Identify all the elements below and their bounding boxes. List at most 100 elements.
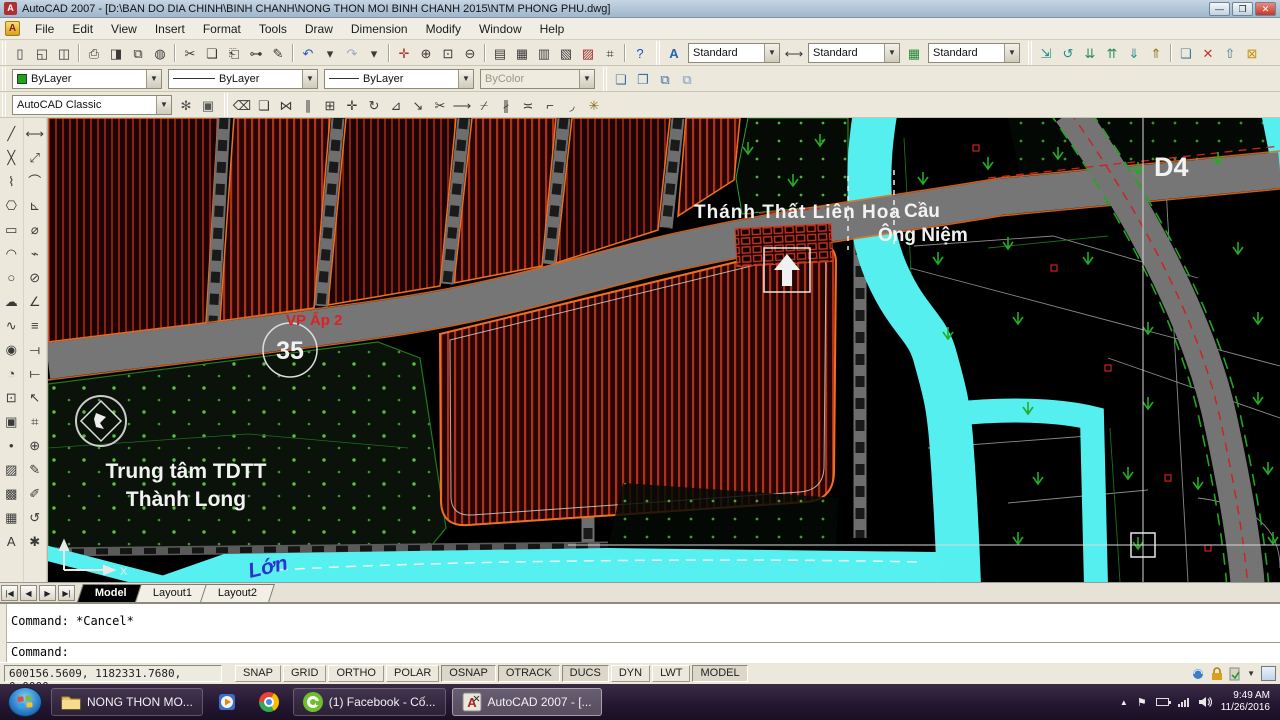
menu-insert[interactable]: Insert <box>146 20 194 38</box>
layer-match-icon[interactable]: ⇊ <box>1079 42 1101 64</box>
region-icon[interactable]: ▦ <box>0 506 22 530</box>
linear-dim-icon[interactable]: ⟷ <box>24 122 46 146</box>
angular-dim-icon[interactable]: ∠ <box>24 290 46 314</box>
command-window-grip[interactable] <box>0 604 7 662</box>
properties-palette-icon[interactable]: ▤ <box>489 42 511 64</box>
quick-leader-icon[interactable]: ↖ <box>24 386 46 410</box>
etransmit-icon[interactable]: ◍ <box>149 42 171 64</box>
layer-lock-icon[interactable]: ⊠ <box>1241 42 1263 64</box>
action-center-flag-icon[interactable]: ⚑ <box>1137 696 1147 709</box>
undo-dropdown-icon[interactable]: ▾ <box>319 42 341 64</box>
model-toggle[interactable]: MODEL <box>692 665 747 682</box>
spline-icon[interactable]: ∿ <box>0 314 22 338</box>
dim-edit-icon[interactable]: ✎ <box>24 458 46 482</box>
array-icon[interactable]: ⊞ <box>319 94 341 116</box>
open-icon[interactable]: ◱ <box>31 42 53 64</box>
start-button[interactable] <box>8 687 42 717</box>
menu-format[interactable]: Format <box>194 20 250 38</box>
taskbar-folder-window[interactable]: NONG THON MO... <box>51 688 203 716</box>
join-icon[interactable]: ≍ <box>517 94 539 116</box>
rectangle-icon[interactable]: ▭ <box>0 218 22 242</box>
taskbar-coccoc-window[interactable]: (1) Facebook - Cố... <box>293 688 446 716</box>
block-editor-icon[interactable]: ✎ <box>267 42 289 64</box>
plot-icon[interactable]: ⎙ <box>83 42 105 64</box>
undo-icon[interactable]: ↶ <box>297 42 319 64</box>
menu-help[interactable]: Help <box>531 20 574 38</box>
ortho-toggle[interactable]: ORTHO <box>328 665 384 682</box>
dim-update-icon[interactable]: ↺ <box>24 506 46 530</box>
chamfer-icon[interactable]: ⌐ <box>539 94 561 116</box>
bring-above-icon[interactable]: ⧉ <box>654 68 676 90</box>
arc-length-icon[interactable]: ⌒ <box>24 170 46 194</box>
line-icon[interactable]: ╱ <box>0 122 22 146</box>
table-style-combo[interactable]: Standard ▼ <box>928 43 1020 63</box>
osnap-toggle[interactable]: OSNAP <box>441 665 496 682</box>
zoom-realtime-icon[interactable]: ⊕ <box>415 42 437 64</box>
match-properties-icon[interactable]: ⊶ <box>245 42 267 64</box>
revcloud-icon[interactable]: ☁ <box>0 290 22 314</box>
send-to-back-icon[interactable]: ❐ <box>632 68 654 90</box>
tab-first-button[interactable]: |◀ <box>1 585 18 601</box>
cut-icon[interactable]: ✂ <box>179 42 201 64</box>
move-icon[interactable]: ✛ <box>341 94 363 116</box>
menu-dimension[interactable]: Dimension <box>342 20 417 38</box>
grid-toggle[interactable]: GRID <box>283 665 327 682</box>
workspace-settings-icon[interactable]: ✻ <box>175 94 197 116</box>
menu-modify[interactable]: Modify <box>417 20 470 38</box>
make-block-icon[interactable]: ▣ <box>0 410 22 434</box>
taskbar-clock[interactable]: 9:49 AM 11/26/2016 <box>1221 690 1270 714</box>
publish-icon[interactable]: ⧉ <box>127 42 149 64</box>
center-mark-icon[interactable]: ⊕ <box>24 434 46 458</box>
new-icon[interactable]: ▯ <box>9 42 31 64</box>
pan-icon[interactable]: ✛ <box>393 42 415 64</box>
ducs-toggle[interactable]: DUCS <box>562 665 609 682</box>
taskbar-autocad-window[interactable]: A AutoCAD 2007 - [... <box>452 688 602 716</box>
command-input[interactable]: Command: <box>7 643 1280 662</box>
zoom-window-icon[interactable]: ⊡ <box>437 42 459 64</box>
color-control-combo[interactable]: ByLayer ▼ <box>12 69 162 89</box>
designcenter-icon[interactable]: ▦ <box>511 42 533 64</box>
help-icon[interactable]: ? <box>629 42 651 64</box>
redo-dropdown-icon[interactable]: ▾ <box>363 42 385 64</box>
ellipse-icon[interactable]: ◉ <box>0 338 22 362</box>
scale-icon[interactable]: ⊿ <box>385 94 407 116</box>
layer-off-icon[interactable]: ✕ <box>1197 42 1219 64</box>
explode-icon[interactable]: ✳ <box>583 94 605 116</box>
send-under-icon[interactable]: ⧉ <box>676 68 698 90</box>
offset-icon[interactable]: ∥ <box>297 94 319 116</box>
layer-isolate-icon[interactable]: ⇑ <box>1145 42 1167 64</box>
radius-dim-icon[interactable]: ⌀ <box>24 218 46 242</box>
sheet-set-icon[interactable]: ▧ <box>555 42 577 64</box>
combo-arrow-icon[interactable]: ▼ <box>458 70 473 88</box>
combo-arrow-icon[interactable]: ▼ <box>156 96 171 114</box>
circle-icon[interactable]: ○ <box>0 266 22 290</box>
menu-window[interactable]: Window <box>470 20 531 38</box>
combo-arrow-icon[interactable]: ▼ <box>884 44 899 62</box>
lineweight-control-combo[interactable]: ByLayer ▼ <box>324 69 474 89</box>
ordinate-dim-icon[interactable]: ⊾ <box>24 194 46 218</box>
lwt-toggle[interactable]: LWT <box>652 665 690 682</box>
ellipse-arc-icon[interactable]: ◔ <box>0 362 22 386</box>
tab-prev-button[interactable]: ◀ <box>20 585 37 601</box>
change-to-current-layer-icon[interactable]: ⇈ <box>1101 42 1123 64</box>
zoom-previous-icon[interactable]: ⊖ <box>459 42 481 64</box>
drawing-canvas[interactable]: Thánh Thất Liên Hoa Cầu Ông Niệm D4 35 V… <box>48 118 1280 582</box>
snap-toggle[interactable]: SNAP <box>235 665 281 682</box>
save-icon[interactable]: ◫ <box>53 42 75 64</box>
layer-freeze-icon[interactable]: ❏ <box>1175 42 1197 64</box>
stretch-icon[interactable]: ↘ <box>407 94 429 116</box>
workspace-combo[interactable]: AutoCAD Classic ▼ <box>12 95 172 115</box>
trim-icon[interactable]: ✂ <box>429 94 451 116</box>
battery-icon[interactable] <box>1156 698 1169 706</box>
menu-file[interactable]: File <box>26 20 63 38</box>
communication-center-icon[interactable] <box>1191 667 1205 681</box>
menu-view[interactable]: View <box>102 20 146 38</box>
dim-text-edit-icon[interactable]: ✐ <box>24 482 46 506</box>
toolbar-lock-icon[interactable] <box>1211 667 1223 681</box>
dim-style-combo[interactable]: Standard ▼ <box>808 43 900 63</box>
tab-next-button[interactable]: ▶ <box>39 585 56 601</box>
linetype-control-combo[interactable]: ByLayer ▼ <box>168 69 318 89</box>
copy-clip-icon[interactable]: ❏ <box>201 42 223 64</box>
maximize-button[interactable]: ❐ <box>1232 2 1253 16</box>
bring-to-front-icon[interactable]: ❏ <box>610 68 632 90</box>
